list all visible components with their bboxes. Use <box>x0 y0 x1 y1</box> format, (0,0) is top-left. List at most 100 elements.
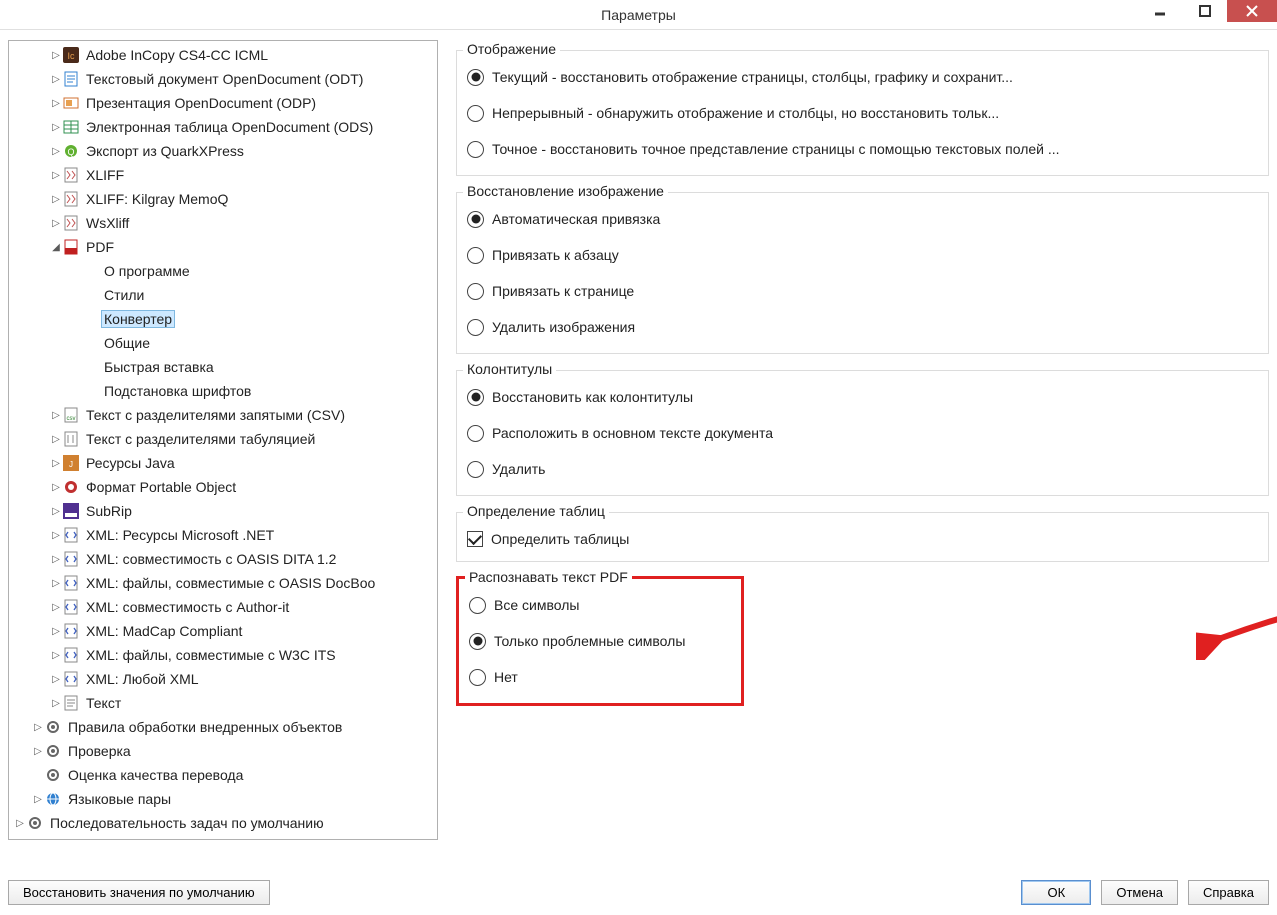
help-button[interactable]: Справка <box>1188 880 1269 905</box>
maximize-icon <box>1199 5 1211 17</box>
expander-closed-icon[interactable]: ▷ <box>49 458 63 469</box>
radio-option[interactable]: Все символы <box>469 587 731 623</box>
tree-item[interactable]: ▷XLIFF: Kilgray MemoQ <box>9 187 437 211</box>
tree-item-label: Стили <box>101 286 147 304</box>
tree-item[interactable]: Быстрая вставка <box>9 355 437 379</box>
expander-closed-icon[interactable]: ▷ <box>49 98 63 109</box>
tree-item[interactable]: ◢PDF <box>9 235 437 259</box>
expander-closed-icon[interactable]: ▷ <box>31 722 45 733</box>
expander-closed-icon[interactable]: ▷ <box>49 218 63 229</box>
expander-closed-icon[interactable]: ▷ <box>49 650 63 661</box>
tree-item[interactable]: ▷Текст с разделителями табуляцией <box>9 427 437 451</box>
tree-item[interactable]: ▷XML: файлы, совместимые с OASIS DocBoo <box>9 571 437 595</box>
incopy-icon: Ic <box>63 47 79 63</box>
tree-item[interactable]: Оценка качества перевода <box>9 763 437 787</box>
gear-icon <box>45 767 61 783</box>
radio-option[interactable]: Нет <box>469 659 731 695</box>
po-icon <box>63 479 79 495</box>
tree-item[interactable]: ▷Текст <box>9 691 437 715</box>
group-legend-display: Отображение <box>463 41 560 57</box>
radio-option[interactable]: Непрерывный - обнаружить отображение и с… <box>467 95 1258 131</box>
tree-item[interactable]: ▷ WsXliff <box>9 211 437 235</box>
expander-closed-icon[interactable]: ▷ <box>49 554 63 565</box>
tree-item[interactable]: ▷XML: совместимость с OASIS DITA 1.2 <box>9 547 437 571</box>
radio-icon <box>469 669 486 686</box>
tree-item[interactable]: ▷Текстовый документ OpenDocument (ODT) <box>9 67 437 91</box>
expander-closed-icon[interactable]: ▷ <box>49 578 63 589</box>
expander-open-icon[interactable]: ◢ <box>49 242 63 253</box>
tree-item[interactable]: ▷XML: совместимость с Author-it <box>9 595 437 619</box>
radio-option[interactable]: Восстановить как колонтитулы <box>467 379 1258 415</box>
gear-icon <box>45 743 61 759</box>
expander-closed-icon[interactable]: ▷ <box>49 194 63 205</box>
expander-closed-icon[interactable]: ▷ <box>49 482 63 493</box>
tree-item[interactable]: ▷csvТекст с разделителями запятыми (CSV) <box>9 403 437 427</box>
radio-option[interactable]: Только проблемные символы <box>469 623 731 659</box>
tree-item[interactable]: ▷IcAdobe InCopy CS4-CC ICML <box>9 43 437 67</box>
expander-closed-icon[interactable]: ▷ <box>49 698 63 709</box>
tree-item[interactable]: ▷XML: Любой XML <box>9 667 437 691</box>
minimize-button[interactable] <box>1137 0 1182 22</box>
tree-scroll[interactable]: ▷IcAdobe InCopy CS4-CC ICML▷Текстовый до… <box>9 41 437 839</box>
expander-closed-icon[interactable]: ▷ <box>49 410 63 421</box>
tree-item[interactable]: ▷Формат Portable Object <box>9 475 437 499</box>
radio-option[interactable]: Удалить <box>467 451 1258 487</box>
radio-option[interactable]: Текущий - восстановить отображение стран… <box>467 59 1258 95</box>
expander-closed-icon[interactable]: ▷ <box>31 746 45 757</box>
radio-icon <box>467 69 484 86</box>
tree-item-label: WsXliff <box>83 214 132 232</box>
ok-button[interactable]: ОК <box>1021 880 1091 905</box>
tree-item[interactable]: ▷XML: Ресурсы Microsoft .NET <box>9 523 437 547</box>
radio-option[interactable]: Автоматическая привязка <box>467 201 1258 237</box>
tree-item[interactable]: ▷Проверка <box>9 739 437 763</box>
tree-item[interactable]: ▷Последовательность задач по умолчанию <box>9 811 437 835</box>
radio-label: Расположить в основном тексте документа <box>492 425 773 441</box>
tree-item[interactable]: ▷QЭкспорт из QuarkXPress <box>9 139 437 163</box>
tree-item[interactable]: Конвертер <box>9 307 437 331</box>
expander-closed-icon[interactable]: ▷ <box>49 626 63 637</box>
tree-item-label: XLIFF <box>83 166 127 184</box>
expander-closed-icon[interactable]: ▷ <box>49 146 63 157</box>
expander-closed-icon[interactable]: ▷ <box>49 674 63 685</box>
maximize-button[interactable] <box>1182 0 1227 22</box>
quark-icon: Q <box>63 143 79 159</box>
tree-item[interactable]: ▷Электронная таблица OpenDocument (ODS) <box>9 115 437 139</box>
radio-option[interactable]: Точное - восстановить точное представлен… <box>467 131 1258 167</box>
radio-option[interactable]: Привязать к абзацу <box>467 237 1258 273</box>
expander-closed-icon[interactable]: ▷ <box>49 506 63 517</box>
expander-closed-icon[interactable]: ▷ <box>49 50 63 61</box>
radio-option[interactable]: Расположить в основном тексте документа <box>467 415 1258 451</box>
tree-item[interactable]: О программе <box>9 259 437 283</box>
radio-label: Удалить изображения <box>492 319 635 335</box>
radio-option[interactable]: Привязать к странице <box>467 273 1258 309</box>
checkbox-detect-tables[interactable]: Определить таблицы <box>467 521 1258 557</box>
tree-item[interactable]: ▷XML: MadCap Compliant <box>9 619 437 643</box>
expander-closed-icon[interactable]: ▷ <box>31 794 45 805</box>
tree-item[interactable]: ▷SubRip <box>9 499 437 523</box>
expander-closed-icon[interactable]: ▷ <box>13 818 27 829</box>
tree-item[interactable]: Общие <box>9 331 437 355</box>
tree-item[interactable]: ▷Презентация OpenDocument (ODP) <box>9 91 437 115</box>
close-button[interactable] <box>1227 0 1277 22</box>
radio-label: Привязать к странице <box>492 283 634 299</box>
expander-closed-icon[interactable]: ▷ <box>49 122 63 133</box>
group-ocr: Распознавать текст PDF Все символыТолько… <box>456 576 744 706</box>
restore-defaults-button[interactable]: Восстановить значения по умолчанию <box>8 880 270 905</box>
expander-closed-icon[interactable]: ▷ <box>49 74 63 85</box>
tree-item[interactable]: Стили <box>9 283 437 307</box>
expander-closed-icon[interactable]: ▷ <box>49 170 63 181</box>
expander-closed-icon[interactable]: ▷ <box>49 530 63 541</box>
tree-item[interactable]: Подстановка шрифтов <box>9 379 437 403</box>
cancel-button[interactable]: Отмена <box>1101 880 1178 905</box>
lang-icon <box>45 791 61 807</box>
expander-closed-icon[interactable]: ▷ <box>49 434 63 445</box>
radio-option[interactable]: Удалить изображения <box>467 309 1258 345</box>
tree-item[interactable]: ▷Языковые пары <box>9 787 437 811</box>
tree-item[interactable]: ▷ XML: файлы, совместимые с W3C ITS <box>9 643 437 667</box>
tree-item[interactable]: ▷JРесурсы Java <box>9 451 437 475</box>
tree-item-label: XML: файлы, совместимые с W3C ITS <box>83 646 339 664</box>
expander-closed-icon[interactable]: ▷ <box>49 602 63 613</box>
tree-item[interactable]: ▷Правила обработки внедренных объектов <box>9 715 437 739</box>
radio-icon <box>467 319 484 336</box>
tree-item[interactable]: ▷ XLIFF <box>9 163 437 187</box>
